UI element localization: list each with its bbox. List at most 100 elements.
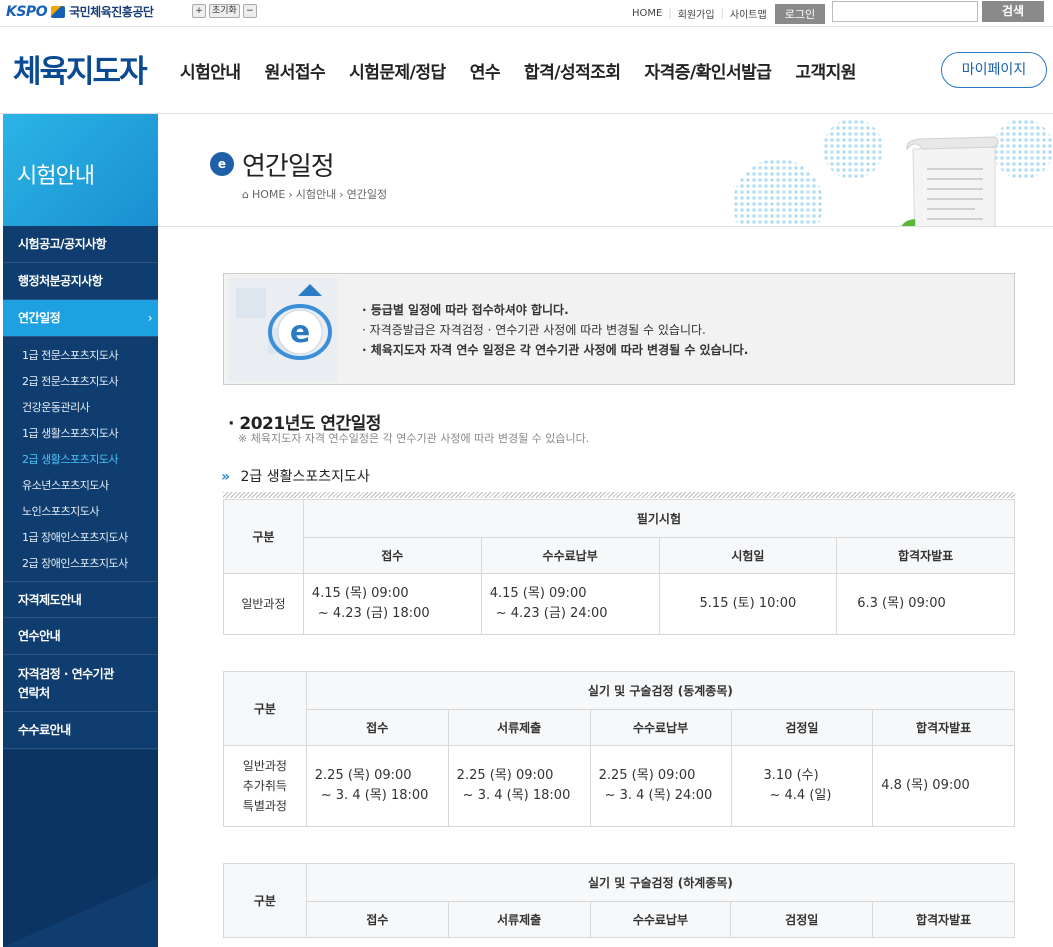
kspo-logo[interactable]: KSPO 국민체육진흥공단 (6, 3, 154, 20)
search-input[interactable] (832, 1, 978, 22)
sidebar-item-annual-schedule[interactable]: 연간일정 › (3, 300, 158, 337)
mypage-button[interactable]: 마이페이지 (941, 52, 1047, 88)
cell-line: ~ 3. 4 (목) 24:00 (604, 788, 713, 803)
table-header-group: 실기 및 구술검정 (동계종목) (305, 671, 1016, 710)
sidebar-sub-item[interactable]: 2급 장애인스포츠지도사 (3, 555, 158, 571)
row-label-line: 일반과정 (242, 759, 287, 773)
site-logo[interactable]: 체육지도자 (13, 46, 148, 91)
table-cell: 6.3 (목) 09:00 (836, 573, 1015, 635)
search-button[interactable]: 검색 (982, 1, 1044, 22)
breadcrumb-home[interactable]: HOME (252, 188, 285, 201)
cell-line: 2.25 (목) 09:00 (314, 768, 412, 783)
sidebar-item-fees[interactable]: 수수료안내 (3, 712, 158, 749)
gnb-item-results[interactable]: 합격/성적조회 (524, 58, 621, 83)
page-header: e 연간일정 ⌂ HOME › 시험안내 › 연간일정 (158, 114, 1053, 227)
home-icon: ⌂ (242, 187, 249, 201)
kspo-org-name: 국민체육진흥공단 (69, 5, 154, 19)
sidebar-item-label: 연간일정 (18, 311, 61, 325)
title-bullet-icon: e (210, 152, 234, 176)
table-header: 합격자발표 (872, 901, 1015, 938)
breadcrumb: ⌂ HOME › 시험안내 › 연간일정 (242, 186, 387, 202)
gnb-item-questions[interactable]: 시험문제/정답 (349, 58, 446, 83)
table-header: 접수 (305, 901, 449, 938)
table-header-category: 구분 (223, 863, 307, 938)
notice-line: · 등급별 일정에 따라 접수하셔야 합니다. (362, 303, 569, 317)
e-logo-illustration: e (228, 278, 338, 382)
sidebar-sub-item[interactable]: 건강운동관리사 (3, 399, 158, 415)
cell-line: 4.15 (목) 09:00 (489, 586, 587, 601)
kspo-logo-mark: KSPO (6, 3, 48, 20)
breadcrumb-current: 연간일정 (346, 188, 388, 201)
gnb-item-training[interactable]: 연수 (470, 58, 501, 83)
table-header: 수수료납부 (589, 901, 732, 938)
scroll-paper-illustration (901, 136, 999, 226)
table-header: 서류제출 (447, 709, 591, 746)
home-link[interactable]: HOME (632, 8, 662, 19)
gnb-item-application[interactable]: 원서접수 (265, 58, 326, 83)
sidebar-item-training-info[interactable]: 연수안내 (3, 618, 158, 655)
sidebar-sub-item-active[interactable]: 2급 생활스포츠지도사 (3, 451, 158, 467)
section-note: ※ 체육지도자 자격 연수일정은 각 연수기관 사정에 따라 변경될 수 있습니… (238, 432, 590, 445)
sitemap-link[interactable]: 사이트맵 (730, 6, 767, 21)
notice-line: · 체육지도자 자격 연수 일정은 각 연수기관 사정에 따라 변경될 수 있습… (362, 343, 749, 357)
cell-line: 2.25 (목) 09:00 (598, 768, 696, 783)
sidebar-item-notices[interactable]: 시험공고/공지사항 (3, 226, 158, 263)
sidebar-sub-item[interactable]: 노인스포츠지도사 (3, 503, 158, 519)
row-label-line: 추가취득 (242, 779, 287, 793)
gnb-item-certificates[interactable]: 자격증/확인서발급 (645, 58, 772, 83)
sidebar-sub-item[interactable]: 1급 생활스포츠지도사 (3, 425, 158, 441)
chevron-right-icon: › (147, 311, 153, 325)
sidebar-item-contacts[interactable]: 자격검정 · 연수기관 연락처 (3, 655, 158, 712)
cell-line: ~ 3. 4 (목) 18:00 (462, 788, 571, 803)
main-navigation: 체육지도자 시험안내 원서접수 시험문제/정답 연수 합격/성적조회 자격증/확… (0, 28, 1053, 114)
gnb-menu: 시험안내 원서접수 시험문제/정답 연수 합격/성적조회 자격증/확인서발급 고… (180, 58, 880, 83)
sidebar-item-label: 연락처 (18, 686, 50, 700)
decorative-dots (823, 119, 883, 179)
gnb-item-exam-info[interactable]: 시험안내 (180, 58, 241, 83)
top-utility-bar: KSPO 국민체육진흥공단 + 초기화 − HOME | 회원가입 | 사이트맵… (0, 0, 1053, 27)
page-title: 연간일정 (242, 152, 335, 182)
winter-practical-table: 구분 실기 및 구술검정 (동계종목) 접수 서류제출 수수료납부 검정일 합격… (223, 671, 1016, 827)
subsection-title: » 2급 생활스포츠지도사 (221, 466, 370, 486)
join-link[interactable]: 회원가입 (678, 6, 715, 21)
sidebar-sub-item[interactable]: 2급 전문스포츠지도사 (3, 373, 158, 389)
table-header: 수수료납부 (589, 709, 732, 746)
sidebar-sub-item[interactable]: 1급 장애인스포츠지도사 (3, 529, 158, 545)
notice-text: · 등급별 일정에 따라 접수하셔야 합니다. · 자격증발급은 자격검정 · … (362, 300, 748, 360)
cell-line: 5.15 (토) 10:00 (699, 596, 797, 611)
login-button[interactable]: 로그인 (774, 3, 826, 24)
font-increase-button[interactable]: + (192, 4, 206, 18)
table-header-group: 필기시험 (302, 499, 1016, 538)
table-header: 합격자발표 (836, 537, 1015, 574)
gnb-item-support[interactable]: 고객지원 (795, 58, 856, 83)
font-decrease-button[interactable]: − (242, 4, 257, 18)
cell-line: 3.10 (수) (763, 768, 819, 783)
sidebar-item-disciplinary[interactable]: 행정처분공지사항 (3, 263, 158, 300)
table-cell: 4.8 (목) 09:00 (872, 745, 1015, 827)
sidebar-item-system[interactable]: 자격제도안내 (3, 581, 158, 618)
written-exam-table: 구분 필기시험 접수 수수료납부 시험일 합격자발표 일반과정 4.15 (목)… (223, 499, 1016, 635)
table-cell: 4.15 (목) 09:00 ~ 4.23 (금) 18:00 (302, 573, 482, 635)
sidebar-sub-item[interactable]: 유소년스포츠지도사 (3, 477, 158, 493)
chevron-right-icon: › (339, 187, 344, 201)
table-row-label: 일반과정 추가취득 특별과정 (223, 745, 307, 827)
table-cell: 5.15 (토) 10:00 (658, 573, 838, 635)
breadcrumb-item[interactable]: 시험안내 (296, 186, 336, 202)
divider: | (720, 8, 724, 19)
notice-line: · 자격증발급은 자격검정 · 연수기관 사정에 따라 변경될 수 있습니다. (362, 323, 706, 337)
table-header-category: 구분 (223, 671, 307, 746)
table-header: 서류제출 (447, 901, 591, 938)
utility-links: HOME | 회원가입 | 사이트맵 로그인 (632, 0, 826, 27)
table-header: 수수료납부 (480, 537, 660, 574)
table-cell: 4.15 (목) 09:00 ~ 4.23 (금) 24:00 (480, 573, 660, 635)
table-header: 접수 (305, 709, 449, 746)
table-header: 합격자발표 (872, 709, 1015, 746)
svg-text:e: e (290, 315, 310, 350)
hatched-divider (223, 492, 1015, 498)
sidebar-item-label: 자격검정 · 연수기관 (18, 667, 114, 681)
table-cell: 2.25 (목) 09:00 ~ 3. 4 (목) 24:00 (589, 745, 732, 827)
cell-line: ~ 4.23 (금) 18:00 (317, 606, 430, 621)
sidebar-sub-item[interactable]: 1급 전문스포츠지도사 (3, 347, 158, 363)
font-reset-button[interactable]: 초기화 (209, 4, 240, 18)
table-row-label: 일반과정 (223, 573, 304, 635)
